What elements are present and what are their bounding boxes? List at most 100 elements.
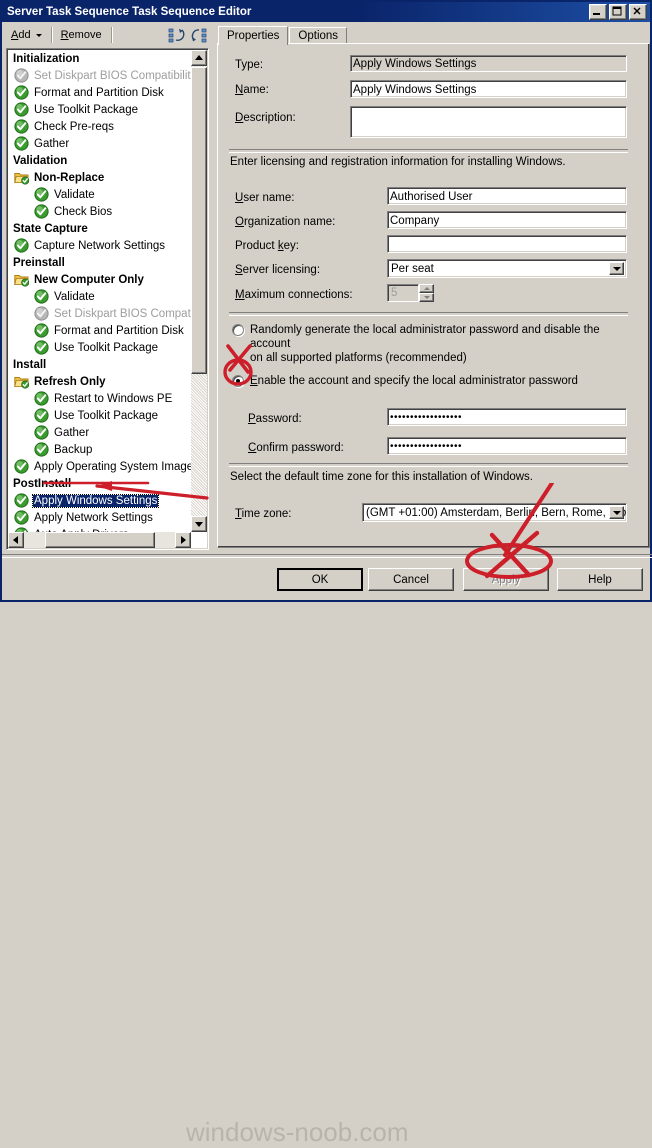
- divider-2: [229, 312, 628, 316]
- minimize-icon[interactable]: [589, 4, 607, 20]
- name-label: Name:: [235, 84, 269, 96]
- tree-item[interactable]: Gather: [8, 424, 191, 441]
- tree-item[interactable]: Backup: [8, 441, 191, 458]
- radio-random-password-row[interactable]: Randomly generate the local administrato…: [232, 323, 622, 365]
- tree-item[interactable]: Apply Network Settings: [8, 509, 191, 526]
- product-key-input[interactable]: [387, 235, 627, 253]
- user-name-input[interactable]: Authorised User: [387, 187, 627, 205]
- tree-item[interactable]: Apply Windows Settings: [8, 492, 191, 509]
- check-icon: [14, 102, 29, 117]
- add-button-label: Add: [11, 29, 31, 41]
- toolbar-separator: [50, 27, 52, 43]
- dialog-button-bar: windows-noob.com OK Cancel Apply Help: [2, 554, 652, 1147]
- tree-item[interactable]: Validate: [8, 288, 191, 305]
- tree-item[interactable]: Refresh Only: [8, 373, 191, 390]
- type-label: Type:: [235, 59, 264, 71]
- watermark: windows-noob.com: [186, 1117, 409, 1147]
- organization-input[interactable]: Company: [387, 211, 627, 229]
- tree-item-label: Backup: [54, 443, 93, 456]
- button-bar-divider: [2, 554, 652, 558]
- tree-item[interactable]: Install: [8, 356, 191, 373]
- tree-item[interactable]: Set Diskpart BIOS Compatibi: [8, 305, 191, 322]
- timezone-select[interactable]: (GMT +01:00) Amsterdam, Berlin, Bern, Ro…: [362, 503, 627, 522]
- tree-item[interactable]: Validate: [8, 186, 191, 203]
- task-sequence-tree-list[interactable]: Initialization Set Diskpart BIOS Compatib…: [8, 50, 191, 532]
- licensing-hint: Enter licensing and registration informa…: [230, 156, 566, 168]
- ok-button[interactable]: OK: [277, 568, 363, 591]
- tree-scroll-thumb[interactable]: [191, 67, 207, 374]
- radio-random-password-line1: Randomly generate the local administrato…: [250, 324, 600, 350]
- tree-item-label: Use Toolkit Package: [34, 103, 138, 116]
- scroll-down-button[interactable]: [191, 516, 207, 532]
- tab-properties[interactable]: Properties: [218, 26, 289, 45]
- user-name-label: User name:: [235, 192, 295, 204]
- scroll-up-button[interactable]: [191, 50, 207, 66]
- server-licensing-select[interactable]: Per seat: [387, 259, 627, 278]
- help-button[interactable]: Help: [557, 568, 643, 591]
- tree-item[interactable]: New Computer Only: [8, 271, 191, 288]
- timezone-dropdown-icon[interactable]: [609, 506, 624, 519]
- max-connections-stepper[interactable]: 5: [387, 284, 434, 302]
- tab-properties-label: Properties: [227, 30, 280, 42]
- scroll-left-button[interactable]: [8, 532, 24, 548]
- remove-button[interactable]: Remove: [54, 25, 109, 45]
- toolbar-separator-2: [110, 27, 112, 43]
- tab-options[interactable]: Options: [289, 27, 348, 44]
- tree-item[interactable]: Use Toolkit Package: [8, 101, 191, 118]
- confirm-password-input[interactable]: ••••••••••••••••••: [387, 437, 627, 455]
- close-icon[interactable]: [629, 4, 647, 20]
- server-licensing-label: Server licensing:: [235, 264, 321, 276]
- radio-enable-account-row[interactable]: Enable the account and specify the local…: [232, 374, 622, 388]
- tree-item[interactable]: Use Toolkit Package: [8, 339, 191, 356]
- tree-item-label: Check Bios: [54, 205, 113, 218]
- name-input[interactable]: Apply Windows Settings: [350, 80, 627, 98]
- apply-button[interactable]: Apply: [463, 568, 549, 591]
- maximize-icon[interactable]: [609, 4, 627, 20]
- tree-item[interactable]: Format and Partition Disk: [8, 84, 191, 101]
- tree-item[interactable]: Set Diskpart BIOS Compatibility M: [8, 67, 191, 84]
- titlebar: Server Task Sequence Task Sequence Edito…: [2, 2, 650, 22]
- tree-item[interactable]: Use Toolkit Package: [8, 407, 191, 424]
- divider-3: [229, 463, 628, 467]
- cancel-button[interactable]: Cancel: [368, 568, 454, 591]
- task-sequence-tree[interactable]: Initialization Set Diskpart BIOS Compatib…: [6, 48, 209, 550]
- folder-icon: [14, 170, 30, 185]
- tree-hscroll-thumb[interactable]: [45, 532, 155, 548]
- check-icon: [14, 493, 29, 508]
- tree-item[interactable]: Non-Replace: [8, 169, 191, 186]
- tree-item[interactable]: PostInstall: [8, 475, 191, 492]
- tree-item-label: Set Diskpart BIOS Compatibility M: [34, 69, 191, 82]
- tree-vertical-scrollbar[interactable]: [191, 50, 207, 532]
- tree-horizontal-scrollbar[interactable]: [8, 532, 191, 548]
- move-up-icon[interactable]: [168, 26, 186, 44]
- spin-up-icon[interactable]: [419, 284, 434, 293]
- tree-item[interactable]: Apply Operating System Image: [8, 458, 191, 475]
- tree-item[interactable]: Preinstall: [8, 254, 191, 271]
- radio-random-password[interactable]: [232, 324, 244, 336]
- description-input[interactable]: [350, 106, 627, 138]
- tree-item[interactable]: Format and Partition Disk: [8, 322, 191, 339]
- tree-item[interactable]: Validation: [8, 152, 191, 169]
- tree-item-label: Validate: [54, 290, 95, 303]
- password-input[interactable]: ••••••••••••••••••: [387, 408, 627, 426]
- tree-item-label: Refresh Only: [34, 375, 106, 388]
- tree-item[interactable]: Check Pre-reqs: [8, 118, 191, 135]
- tree-item[interactable]: Restart to Windows PE: [8, 390, 191, 407]
- tree-item[interactable]: State Capture: [8, 220, 191, 237]
- tree-item[interactable]: Capture Network Settings: [8, 237, 191, 254]
- max-connections-spin-buttons[interactable]: [419, 284, 434, 302]
- tree-item-label: Format and Partition Disk: [54, 324, 184, 337]
- tree-item[interactable]: Check Bios: [8, 203, 191, 220]
- add-button[interactable]: Add: [4, 25, 49, 45]
- spin-down-icon[interactable]: [419, 293, 434, 302]
- tree-item[interactable]: Initialization: [8, 50, 191, 67]
- radio-enable-account[interactable]: [232, 375, 244, 387]
- move-down-icon[interactable]: [190, 26, 208, 44]
- check-icon: [34, 391, 49, 406]
- check-icon: [34, 204, 49, 219]
- tree-item-label: Gather: [34, 137, 70, 150]
- server-licensing-dropdown-icon[interactable]: [609, 262, 624, 275]
- scroll-right-button[interactable]: [175, 532, 191, 548]
- tree-item[interactable]: Gather: [8, 135, 191, 152]
- check-icon: [14, 459, 29, 474]
